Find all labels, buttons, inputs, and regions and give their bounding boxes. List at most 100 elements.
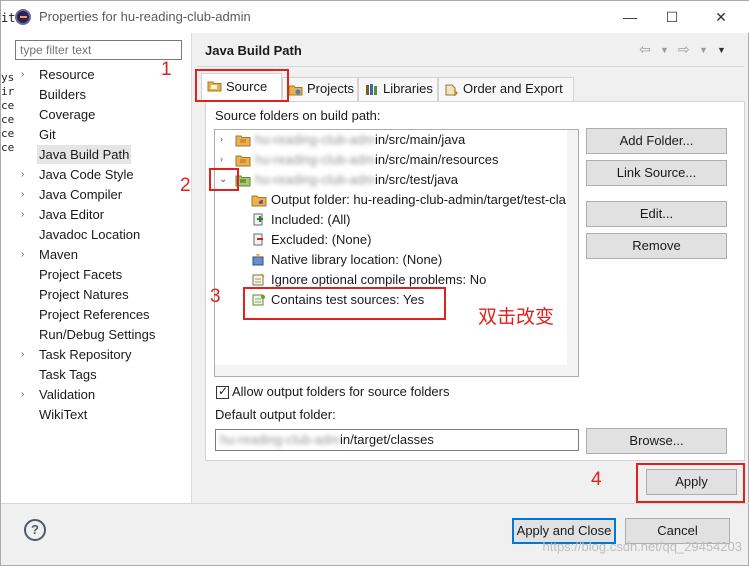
tab-order-and-export[interactable]: Order and Export xyxy=(438,77,574,101)
footer-divider xyxy=(1,503,749,504)
tab-label: Projects xyxy=(307,81,354,96)
horizontal-scrollbar[interactable] xyxy=(215,365,578,376)
watermark: https://blog.csdn.net/qq_29454203 xyxy=(542,539,743,554)
tree-item-label: in/src/main/resources xyxy=(374,152,499,167)
nav-item-java-editor[interactable]: Java Editor xyxy=(37,205,106,224)
nav-item-project-references[interactable]: Project References xyxy=(37,305,152,324)
nav-item-builders[interactable]: Builders xyxy=(37,85,88,104)
obscured-text: hu-reading-club-adm xyxy=(255,172,375,187)
tab-label: Libraries xyxy=(383,81,433,96)
obscured-text: hu-reading-club-adm xyxy=(220,432,340,447)
clipped-text: ce xyxy=(1,99,15,112)
expand-arrow-icon[interactable]: › xyxy=(220,134,223,144)
source-tab-panel: Source folders on build path: › hu-readi… xyxy=(205,101,745,461)
obscured-text: hu-reading-club-adm xyxy=(255,132,375,147)
clipped-text: ir xyxy=(1,85,15,98)
allow-output-label: Allow output folders for source folders xyxy=(232,384,450,399)
tree-item-label: Included: (All) xyxy=(271,212,351,227)
annotation-box-expand-arrow xyxy=(209,168,239,191)
annotation-box-source-tab xyxy=(195,69,289,102)
tab-label: Order and Export xyxy=(463,81,563,96)
expand-arrow-icon[interactable]: › xyxy=(21,165,31,184)
nav-item-task-tags[interactable]: Task Tags xyxy=(37,365,99,384)
included-icon xyxy=(253,213,263,226)
nav-item-resource[interactable]: Resource xyxy=(37,65,97,84)
order-export-icon xyxy=(445,84,459,96)
excluded-icon xyxy=(253,233,263,246)
chevron-down-icon[interactable]: ▼ xyxy=(660,45,669,55)
view-menu-icon[interactable]: ▼ xyxy=(717,45,726,55)
default-output-field[interactable]: hu-reading-club-admin/target/classes xyxy=(215,429,579,451)
maximize-icon[interactable]: ☐ xyxy=(662,7,682,27)
annotation-number: 2 xyxy=(180,175,191,196)
filter-input[interactable] xyxy=(15,40,182,60)
clipped-text: ce xyxy=(1,113,15,126)
close-icon[interactable]: ✕ xyxy=(711,7,731,27)
tab-libraries[interactable]: Libraries xyxy=(358,77,438,101)
clipped-text: it xyxy=(1,11,16,25)
source-folder-tree[interactable]: › hu-reading-club-admin/src/main/java › … xyxy=(214,129,579,377)
tree-item-label: Output folder: hu-reading-club-admin/tar… xyxy=(271,192,566,207)
eclipse-icon xyxy=(15,9,31,25)
expand-arrow-icon[interactable]: › xyxy=(21,245,31,264)
chevron-down-icon[interactable]: ▼ xyxy=(699,45,708,55)
remove-button[interactable]: Remove xyxy=(586,233,727,259)
header-divider xyxy=(197,66,744,67)
forward-arrow-icon[interactable]: ⇨ xyxy=(678,41,690,58)
nav-item-git[interactable]: Git xyxy=(37,125,58,144)
nav-item-coverage[interactable]: Coverage xyxy=(37,105,97,124)
expand-arrow-icon[interactable]: › xyxy=(21,185,31,204)
vertical-scrollbar[interactable] xyxy=(567,130,578,376)
expand-arrow-icon[interactable]: › xyxy=(220,154,223,164)
default-output-value: in/target/classes xyxy=(339,432,434,447)
native-library-icon xyxy=(252,254,264,266)
package-folder-icon xyxy=(235,135,251,147)
properties-dialog: Properties for hu-reading-club-admin — ☐… xyxy=(0,0,749,566)
nav-item-maven[interactable]: Maven xyxy=(37,245,80,264)
minimize-icon[interactable]: — xyxy=(620,7,640,27)
annotation-note: 双击改变 xyxy=(478,306,555,328)
annotation-box-apply xyxy=(636,463,745,503)
title-bar: Properties for hu-reading-club-admin — ☐… xyxy=(1,1,749,33)
ignore-problems-icon xyxy=(252,273,265,286)
expand-arrow-icon[interactable]: › xyxy=(21,385,31,404)
nav-item-java-code-style[interactable]: Java Code Style xyxy=(37,165,136,184)
nav-item-java-compiler[interactable]: Java Compiler xyxy=(37,185,124,204)
expand-arrow-icon[interactable]: › xyxy=(21,345,31,364)
annotation-box-test-sources xyxy=(243,287,446,320)
nav-item-task-repository[interactable]: Task Repository xyxy=(37,345,133,364)
tab-projects[interactable]: Projects xyxy=(282,77,358,101)
package-folder-icon xyxy=(235,155,251,167)
tree-item-label: Excluded: (None) xyxy=(271,232,372,247)
tree-item-label: Native library location: (None) xyxy=(271,252,443,267)
help-icon[interactable]: ? xyxy=(24,519,46,541)
back-arrow-icon[interactable]: ⇦ xyxy=(639,41,651,58)
nav-item-project-facets[interactable]: Project Facets xyxy=(37,265,124,284)
nav-item-validation[interactable]: Validation xyxy=(37,385,97,404)
property-navigation: ys ir ce ce ce ce › Resource Builders Co… xyxy=(1,33,192,503)
tree-item-label: in/src/main/java xyxy=(374,132,466,147)
page-title: Java Build Path xyxy=(205,43,302,58)
nav-item-project-natures[interactable]: Project Natures xyxy=(37,285,131,304)
clipped-text: ce xyxy=(1,127,15,140)
browse-button[interactable]: Browse... xyxy=(586,428,727,454)
link-source-button[interactable]: Link Source... xyxy=(586,160,727,186)
expand-arrow-icon[interactable]: › xyxy=(21,205,31,224)
add-folder-button[interactable]: Add Folder... xyxy=(586,128,727,154)
tree-item-label: in/src/test/java xyxy=(374,172,459,187)
allow-output-checkbox[interactable] xyxy=(216,384,229,399)
nav-item-run-debug-settings[interactable]: Run/Debug Settings xyxy=(37,325,157,344)
clipped-text: ce xyxy=(1,141,15,154)
nav-item-java-build-path[interactable]: Java Build Path xyxy=(37,145,132,164)
annotation-number: 3 xyxy=(210,286,221,307)
libraries-icon xyxy=(366,84,377,95)
annotation-number: 1 xyxy=(161,59,172,80)
expand-arrow-icon[interactable]: › xyxy=(21,65,31,84)
default-output-label: Default output folder: xyxy=(215,407,336,422)
window-title: Properties for hu-reading-club-admin xyxy=(39,9,251,24)
nav-item-javadoc-location[interactable]: Javadoc Location xyxy=(37,225,142,244)
projects-icon xyxy=(288,85,303,96)
nav-item-wikitext[interactable]: WikiText xyxy=(37,405,89,424)
java-build-path-page: Java Build Path ⇦ ▼ ⇨ ▼ ▼ Source Project… xyxy=(193,33,748,503)
edit-button[interactable]: Edit... xyxy=(586,201,727,227)
